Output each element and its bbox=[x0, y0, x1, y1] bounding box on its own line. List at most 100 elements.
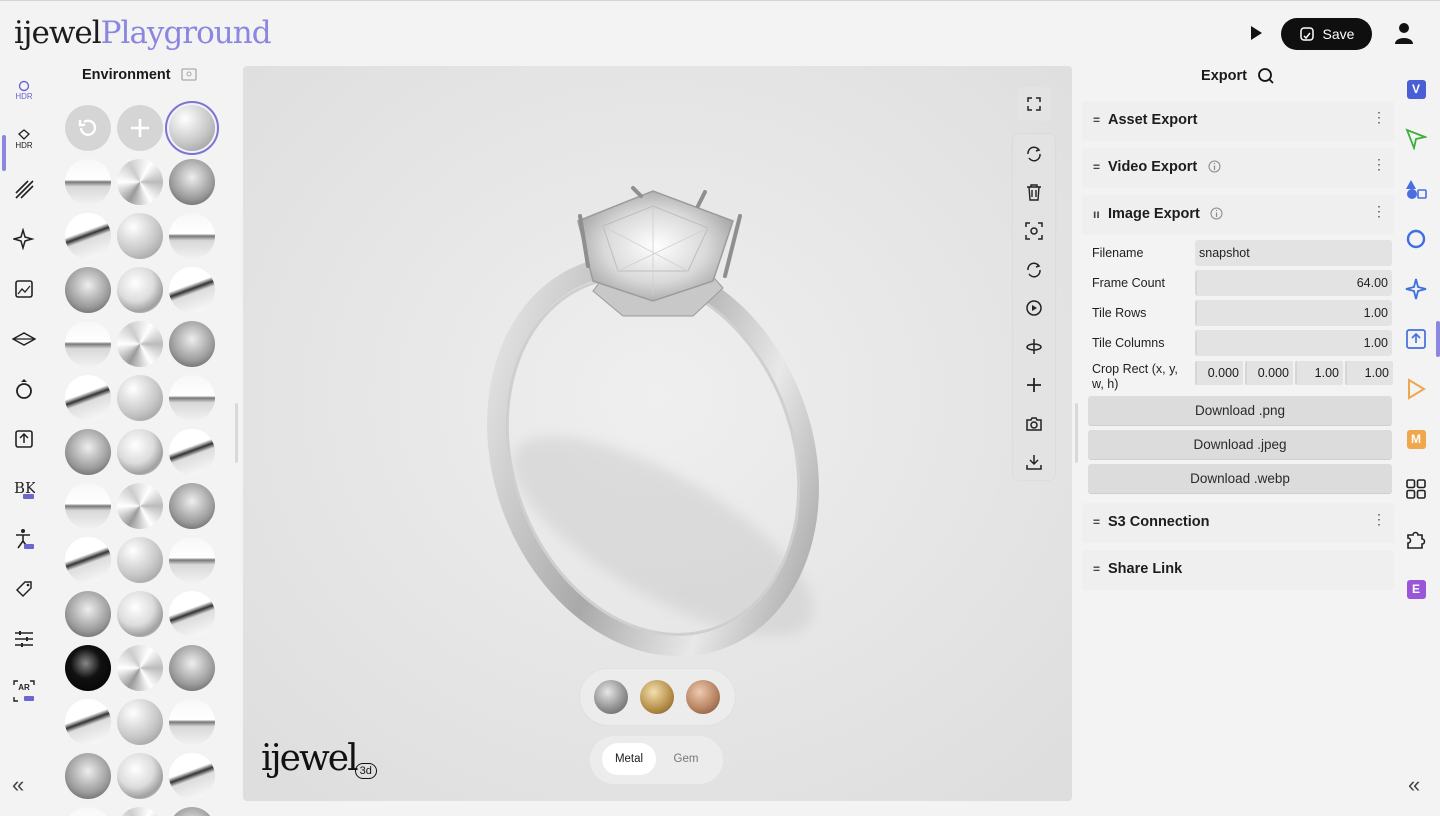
environment-map-thumbnail[interactable] bbox=[169, 429, 215, 475]
environment-map-thumbnail[interactable] bbox=[117, 753, 163, 799]
rail-hdr-environment[interactable]: HDR bbox=[10, 76, 38, 104]
drag-handle-icon[interactable]: = bbox=[1093, 515, 1100, 529]
collapse-left-button[interactable]: « bbox=[12, 772, 24, 798]
drag-handle-icon[interactable]: = bbox=[1093, 160, 1100, 174]
environment-map-thumbnail[interactable] bbox=[117, 807, 163, 816]
environment-map-thumbnail[interactable] bbox=[65, 267, 111, 313]
tile-columns-input[interactable]: 1.00 bbox=[1195, 330, 1392, 356]
crop-x-input[interactable]: 0.000 bbox=[1195, 361, 1243, 385]
rail-ar-beta[interactable]: AR bbox=[10, 677, 38, 705]
rail-hatch[interactable] bbox=[10, 175, 38, 203]
crop-y-input[interactable]: 0.000 bbox=[1245, 361, 1293, 385]
environment-map-thumbnail[interactable] bbox=[117, 699, 163, 745]
environment-map-thumbnail[interactable] bbox=[169, 807, 215, 816]
environment-map-thumbnail[interactable] bbox=[169, 375, 215, 421]
environment-map-thumbnail[interactable] bbox=[65, 375, 111, 421]
plugin-shapes[interactable] bbox=[1405, 178, 1427, 200]
rail-image-frame[interactable] bbox=[10, 275, 38, 303]
environment-map-thumbnail[interactable] bbox=[117, 537, 163, 583]
reset-rotation-button[interactable] bbox=[1022, 258, 1046, 282]
plugin-puzzle[interactable] bbox=[1405, 528, 1427, 550]
add-button[interactable] bbox=[1022, 373, 1046, 397]
rail-tag[interactable] bbox=[10, 575, 38, 603]
download-jpeg-button[interactable]: Download .jpeg bbox=[1088, 430, 1392, 459]
environment-map-thumbnail[interactable] bbox=[117, 645, 163, 691]
save-button[interactable]: Save bbox=[1281, 18, 1372, 50]
more-vert-icon[interactable]: ⋮ bbox=[1372, 110, 1386, 124]
drag-handle-icon[interactable]: = bbox=[1093, 113, 1100, 127]
swatch-silver[interactable] bbox=[594, 680, 628, 714]
user-icon[interactable] bbox=[1392, 21, 1416, 45]
environment-map-thumbnail[interactable] bbox=[117, 375, 163, 421]
environment-map-thumbnail[interactable] bbox=[117, 429, 163, 475]
rail-upload-box[interactable] bbox=[10, 425, 38, 453]
section-asset-export[interactable]: = Asset Export ⋮ bbox=[1082, 101, 1394, 141]
rail-hdr-diamond[interactable]: HDR bbox=[10, 125, 38, 153]
collapse-right-button[interactable]: « bbox=[1408, 772, 1420, 798]
rail-figure-beta[interactable] bbox=[10, 525, 38, 553]
autoplay-button[interactable] bbox=[1022, 296, 1046, 320]
tile-rows-input[interactable]: 1.00 bbox=[1195, 300, 1392, 326]
snapshot-button[interactable] bbox=[1022, 412, 1046, 436]
swatch-gold[interactable] bbox=[640, 680, 674, 714]
environment-map-thumbnail[interactable] bbox=[117, 213, 163, 259]
plugin-export[interactable] bbox=[1405, 328, 1427, 350]
plugin-grid[interactable] bbox=[1405, 478, 1427, 500]
map-icon[interactable] bbox=[180, 68, 197, 82]
download-button[interactable] bbox=[1022, 450, 1046, 474]
app-logo[interactable]: ijewelPlayground bbox=[14, 15, 272, 51]
environment-map-thumbnail[interactable] bbox=[169, 699, 215, 745]
more-vert-icon[interactable]: ⋮ bbox=[1372, 512, 1386, 526]
download-png-button[interactable]: Download .png bbox=[1088, 396, 1392, 425]
plugin-v[interactable]: V bbox=[1405, 78, 1427, 100]
environment-map-thumbnail[interactable] bbox=[169, 537, 215, 583]
environment-map-thumbnail[interactable] bbox=[117, 159, 163, 205]
section-video-export[interactable]: = Video Export ⋮ bbox=[1082, 148, 1394, 188]
swatch-rose-gold[interactable] bbox=[686, 680, 720, 714]
crop-w-input[interactable]: 1.00 bbox=[1295, 361, 1343, 385]
play-icon[interactable] bbox=[1246, 23, 1266, 43]
rail-ring[interactable] bbox=[10, 375, 38, 403]
filename-input[interactable]: snapshot bbox=[1195, 240, 1392, 266]
info-icon[interactable] bbox=[1210, 207, 1223, 220]
panel-resize-handle[interactable] bbox=[1075, 403, 1078, 463]
environment-map-thumbnail[interactable] bbox=[65, 483, 111, 529]
plugin-sparkle[interactable] bbox=[1405, 278, 1427, 300]
3d-viewport[interactable]: Metal Gem ijewel 3d bbox=[243, 66, 1072, 801]
environment-map-thumbnail[interactable] bbox=[65, 429, 111, 475]
turntable-button[interactable] bbox=[1022, 334, 1046, 358]
plugin-ring-outline[interactable] bbox=[1405, 228, 1427, 250]
info-icon[interactable] bbox=[1208, 160, 1221, 173]
tab-gem[interactable]: Gem bbox=[662, 743, 710, 775]
environment-map-thumbnail[interactable] bbox=[169, 591, 215, 637]
tab-metal[interactable]: Metal bbox=[602, 743, 656, 775]
environment-map-thumbnail[interactable] bbox=[117, 267, 163, 313]
rail-sliders[interactable] bbox=[10, 625, 38, 653]
environment-map-thumbnail[interactable] bbox=[117, 483, 163, 529]
environment-map-thumbnail[interactable] bbox=[117, 591, 163, 637]
environment-map-thumbnail[interactable] bbox=[65, 699, 111, 745]
environment-map-thumbnail[interactable] bbox=[169, 321, 215, 367]
plugin-play[interactable] bbox=[1405, 378, 1427, 400]
environment-map-thumbnail[interactable] bbox=[65, 537, 111, 583]
environment-map-thumbnail[interactable] bbox=[65, 645, 111, 691]
download-webp-button[interactable]: Download .webp bbox=[1088, 464, 1392, 493]
drag-handle-icon[interactable]: ıı bbox=[1093, 207, 1100, 221]
more-vert-icon[interactable]: ⋮ bbox=[1372, 204, 1386, 218]
environment-map-selected[interactable] bbox=[165, 101, 219, 155]
environment-map-thumbnail[interactable] bbox=[169, 483, 215, 529]
search-icon[interactable] bbox=[1257, 67, 1274, 84]
fullscreen-button[interactable] bbox=[1017, 87, 1051, 121]
rail-sparkle[interactable] bbox=[10, 225, 38, 253]
plugin-e[interactable]: E bbox=[1405, 578, 1427, 600]
environment-map-thumbnail[interactable] bbox=[117, 321, 163, 367]
delete-button[interactable] bbox=[1022, 180, 1046, 204]
environment-map-thumbnail[interactable] bbox=[169, 267, 215, 313]
environment-map-thumbnail[interactable] bbox=[65, 753, 111, 799]
focus-button[interactable] bbox=[1022, 219, 1046, 243]
more-vert-icon[interactable]: ⋮ bbox=[1372, 157, 1386, 171]
section-share-link[interactable]: = Share Link bbox=[1082, 550, 1394, 590]
panel-resize-handle[interactable] bbox=[235, 403, 238, 463]
environment-map-thumbnail[interactable] bbox=[65, 159, 111, 205]
refresh-view-button[interactable] bbox=[1022, 142, 1046, 166]
